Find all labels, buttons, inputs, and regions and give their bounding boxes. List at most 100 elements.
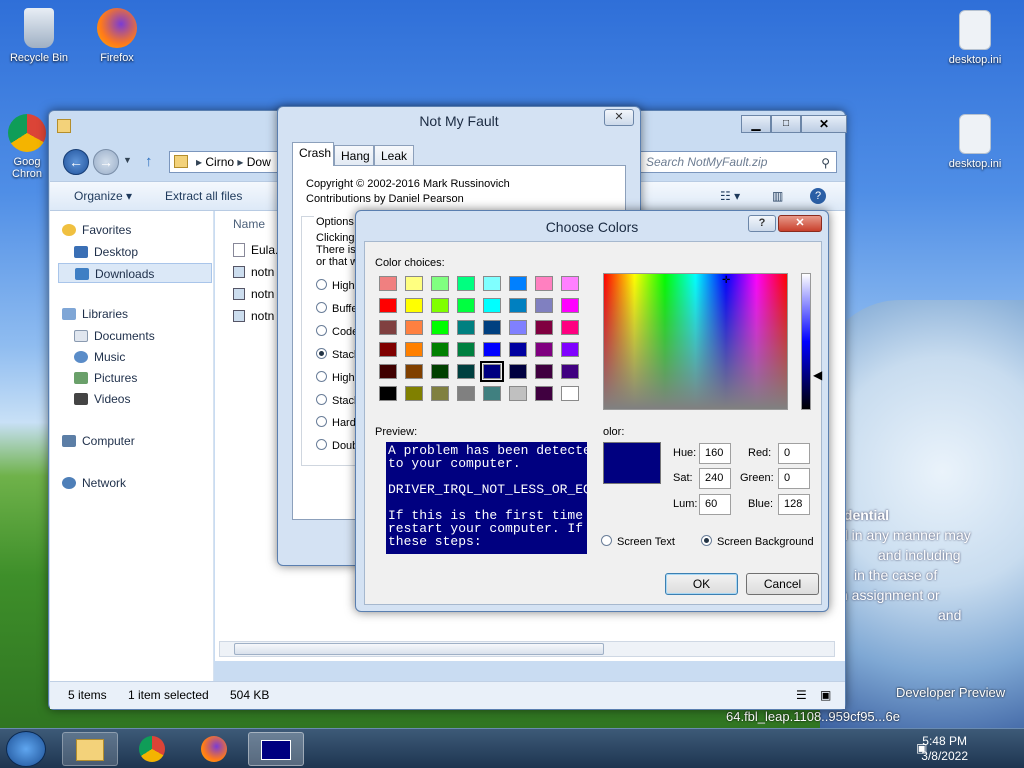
color-swatch[interactable] (457, 276, 475, 291)
color-swatch[interactable] (457, 320, 475, 335)
luminance-arrow-icon[interactable]: ◀ (813, 368, 822, 382)
breadcrumb-item[interactable]: Dow (247, 155, 271, 169)
color-swatch[interactable] (480, 361, 504, 382)
color-swatch[interactable] (457, 298, 475, 313)
color-swatch[interactable] (379, 298, 397, 313)
radio-button[interactable] (316, 279, 327, 290)
nav-documents[interactable]: Documents (74, 329, 155, 343)
desktop-ini-icon[interactable]: desktop.ini (938, 10, 1012, 66)
color-swatch[interactable] (379, 320, 397, 335)
color-swatch[interactable] (509, 342, 527, 357)
color-swatch[interactable] (483, 298, 501, 313)
firefox-desktop-icon[interactable]: Firefox (80, 8, 154, 64)
color-swatch[interactable] (509, 364, 527, 379)
color-swatch[interactable] (509, 276, 527, 291)
color-swatch[interactable] (379, 364, 397, 379)
desktop-ini-icon[interactable]: desktop.ini (938, 114, 1012, 170)
forward-button[interactable]: → (93, 149, 119, 175)
radio-button[interactable] (316, 371, 327, 382)
nav-desktop[interactable]: Desktop (74, 245, 138, 259)
taskbar-firefox[interactable] (186, 732, 242, 766)
radio-button[interactable] (601, 535, 612, 546)
color-swatch[interactable] (561, 320, 579, 335)
nav-favorites[interactable]: Favorites (62, 223, 131, 237)
scrollbar-thumb[interactable] (234, 643, 604, 655)
preview-pane-icon[interactable]: ▥ (772, 189, 783, 203)
column-header-name[interactable]: Name (233, 217, 265, 231)
color-swatch[interactable] (535, 298, 553, 313)
breadcrumb-item[interactable]: Cirno (205, 155, 234, 169)
color-swatch[interactable] (379, 386, 397, 401)
color-swatch[interactable] (405, 364, 423, 379)
horizontal-scrollbar[interactable] (219, 641, 835, 657)
color-swatch[interactable] (457, 386, 475, 401)
color-swatch[interactable] (561, 386, 579, 401)
color-swatch[interactable] (509, 320, 527, 335)
search-input[interactable]: Search NotMyFault.zip ⚲ (637, 151, 837, 173)
crash-option[interactable]: Buffe (316, 302, 358, 315)
back-button[interactable]: ← (63, 149, 89, 175)
color-swatch[interactable] (405, 320, 423, 335)
color-swatch[interactable] (483, 342, 501, 357)
lum-field[interactable]: 60 (699, 494, 731, 515)
nav-computer[interactable]: Computer (62, 434, 135, 448)
color-swatch[interactable] (457, 342, 475, 357)
color-swatch[interactable] (431, 342, 449, 357)
radio-button[interactable] (316, 439, 327, 450)
color-swatch[interactable] (509, 298, 527, 313)
taskbar-explorer[interactable] (62, 732, 118, 766)
color-swatch[interactable] (431, 364, 449, 379)
nav-music[interactable]: Music (74, 350, 125, 364)
color-swatch[interactable] (431, 386, 449, 401)
radio-button[interactable] (316, 416, 327, 427)
crash-option[interactable]: Code (316, 325, 358, 338)
tab-leak[interactable]: Leak (374, 145, 414, 166)
color-swatch[interactable] (535, 386, 553, 401)
nav-network[interactable]: Network (62, 476, 126, 490)
color-swatch[interactable] (535, 276, 553, 291)
sat-field[interactable]: 240 (699, 468, 731, 489)
color-swatch[interactable] (483, 320, 501, 335)
cancel-button[interactable]: Cancel (746, 573, 819, 595)
tab-hang[interactable]: Hang (334, 145, 374, 166)
thumbnail-view-icon[interactable]: ▣ (820, 682, 831, 708)
nav-downloads[interactable]: Downloads (58, 263, 212, 283)
extract-all-button[interactable]: Extract all files (165, 189, 242, 203)
radio-button[interactable] (316, 325, 327, 336)
luminance-slider[interactable] (801, 273, 811, 410)
clock[interactable]: 5:48 PM 3/8/2022 (921, 734, 968, 764)
list-item[interactable]: notn (233, 309, 274, 323)
color-swatch[interactable] (457, 364, 475, 379)
recent-pages-icon[interactable]: ▼ (123, 155, 132, 165)
color-swatch[interactable] (483, 276, 501, 291)
radio-button[interactable] (316, 394, 327, 405)
maximize-button[interactable]: □ (771, 115, 801, 133)
crash-option[interactable]: Stack (316, 394, 360, 407)
green-field[interactable]: 0 (778, 468, 810, 489)
color-swatch[interactable] (483, 386, 501, 401)
crash-option[interactable]: High (316, 371, 355, 384)
close-button[interactable]: ✕ (604, 109, 634, 126)
view-options-icon[interactable]: ☷ ▾ (720, 189, 740, 203)
color-swatch[interactable] (379, 342, 397, 357)
nav-libraries[interactable]: Libraries (62, 307, 128, 321)
color-swatch[interactable] (561, 364, 579, 379)
color-swatch[interactable] (431, 276, 449, 291)
close-button[interactable]: ✕ (801, 115, 847, 133)
list-item[interactable]: Eula. (233, 243, 278, 257)
list-item[interactable]: notn (233, 287, 274, 301)
hue-field[interactable]: 160 (699, 443, 731, 464)
color-swatch[interactable] (405, 276, 423, 291)
red-field[interactable]: 0 (778, 443, 810, 464)
recycle-bin-icon[interactable]: Recycle Bin (2, 8, 76, 64)
details-view-icon[interactable]: ☰ (796, 682, 807, 708)
organize-button[interactable]: Organize ▾ (74, 189, 132, 203)
taskbar-chrome[interactable] (124, 732, 180, 766)
nav-pictures[interactable]: Pictures (74, 371, 137, 385)
color-swatch[interactable] (561, 298, 579, 313)
list-item[interactable]: notn (233, 265, 274, 279)
color-swatch[interactable] (535, 320, 553, 335)
color-swatch[interactable] (535, 364, 553, 379)
color-spectrum[interactable]: ✛ (603, 273, 788, 410)
color-swatch[interactable] (535, 342, 553, 357)
